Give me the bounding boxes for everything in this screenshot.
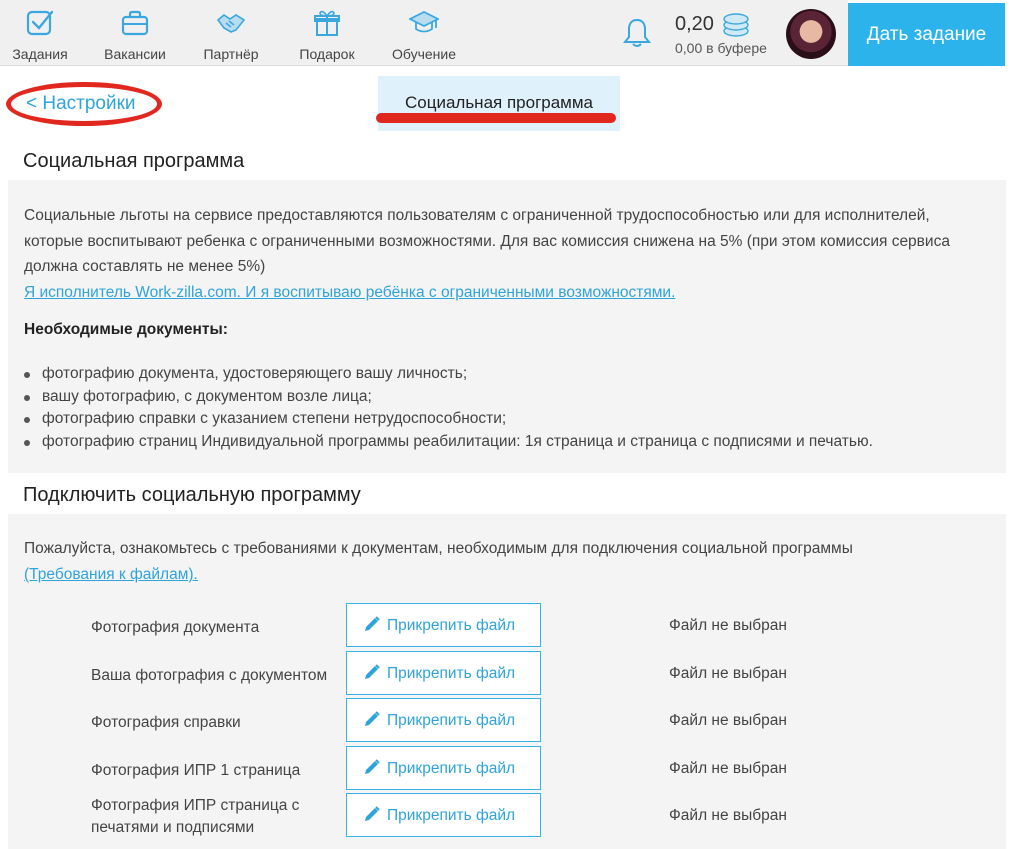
coins-icon [723, 13, 749, 37]
upload-row-label: Фотография ИПР 1 страница [91, 762, 301, 779]
nav-item-gift[interactable]: Подарок [294, 8, 360, 64]
attach-file-label: Прикрепить файл [387, 712, 516, 729]
attach-file-button[interactable]: Прикрепить файл [346, 698, 541, 742]
upload-row: Фотография ИПР страница с печатями и под… [0, 793, 1010, 837]
briefcase-icon [121, 10, 149, 36]
social-program-title: Социальная программа [23, 150, 245, 172]
bell-icon[interactable] [622, 17, 652, 49]
file-status: Файл не выбран [669, 665, 787, 682]
pencil-icon [365, 711, 380, 726]
avatar[interactable] [786, 9, 836, 59]
attach-file-button[interactable]: Прикрепить файл [346, 746, 541, 790]
connect-program-title: Подключить социальную программу [23, 484, 361, 506]
required-docs-title: Необходимые документы: [24, 321, 228, 338]
file-status: Файл не выбран [669, 807, 787, 824]
nav-item-learning[interactable]: Обучение [388, 8, 460, 64]
upload-row: Фотография справки Прикрепить файл Файл … [0, 698, 1010, 742]
file-status: Файл не выбран [669, 712, 787, 729]
attach-file-button[interactable]: Прикрепить файл [346, 793, 541, 837]
attach-file-label: Прикрепить файл [387, 760, 516, 777]
list-item: вашу фотографию, с документом возле лица… [24, 386, 992, 409]
upload-row-label: Фотография справки [91, 714, 241, 731]
nav-item-label: Обучение [391, 46, 457, 62]
file-requirements-link[interactable]: (Требования к файлам). [24, 566, 198, 583]
list-item: фотографию документа, удостоверяющего ва… [24, 363, 992, 386]
attach-file-button[interactable]: Прикрепить файл [346, 603, 541, 647]
tasks-icon [26, 10, 54, 36]
description-text: Социальные льготы на сервисе предоставля… [24, 207, 950, 275]
handshake-icon [216, 14, 246, 33]
nav-item-label: Вакансии [104, 46, 166, 62]
required-docs-list: фотографию документа, удостоверяющего ва… [24, 363, 992, 454]
pencil-icon [365, 664, 380, 679]
list-item: фотографию страниц Индивидуальной програ… [24, 431, 992, 454]
back-to-settings-link[interactable]: < Настройки [26, 93, 136, 115]
file-status: Файл не выбран [669, 760, 787, 777]
attach-file-label: Прикрепить файл [387, 807, 516, 824]
pencil-icon [365, 806, 380, 821]
upload-row-label: Фотография документа [91, 619, 260, 636]
upload-row-label: Фотография ИПР страница с печатями и под… [91, 797, 300, 836]
attach-file-label: Прикрепить файл [387, 665, 516, 682]
social-program-description: Социальные льготы на сервисе предоставля… [24, 203, 984, 305]
attach-file-button[interactable]: Прикрепить файл [346, 651, 541, 695]
nav-item-label: Задания [12, 46, 68, 62]
nav-item-tasks[interactable]: Задания [6, 8, 74, 64]
balance-widget[interactable]: 0,20 0,00 в буфере [675, 12, 775, 56]
pencil-icon [365, 616, 380, 631]
attach-file-label: Прикрепить файл [387, 617, 516, 634]
pencil-icon [365, 759, 380, 774]
requirements-text: Пожалуйста, ознакомьтесь с требованиями … [24, 536, 984, 588]
list-item: фотографию справки с указанием степени н… [24, 408, 992, 431]
upload-row: Фотография ИПР 1 страница Прикрепить фай… [0, 746, 1010, 790]
nav-item-label: Партнёр [203, 46, 259, 62]
gift-icon [314, 10, 340, 36]
top-navigation-bar: Задания Вакансии Партнёр Подарок Обучени… [0, 0, 1010, 66]
nav-item-partner[interactable]: Партнёр [198, 8, 264, 64]
requirements-description: Пожалуйста, ознакомьтесь с требованиями … [24, 540, 853, 557]
upload-row: Фотография документа Прикрепить файл Фай… [0, 603, 1010, 647]
nav-item-label: Подарок [299, 46, 355, 62]
upload-row: Ваша фотография с документом Прикрепить … [0, 651, 1010, 695]
graduation-cap-icon [409, 10, 439, 33]
give-task-button[interactable]: Дать задание [848, 3, 1005, 66]
tab-social-program[interactable]: Социальная программа [378, 76, 620, 131]
nav-item-vacancies[interactable]: Вакансии [100, 8, 170, 64]
buffer-amount: 0,00 в буфере [675, 40, 767, 56]
upload-row-label: Ваша фотография с документом [91, 667, 328, 684]
caregiver-link[interactable]: Я исполнитель Work-zilla.com. И я воспит… [24, 284, 675, 301]
file-status: Файл не выбран [669, 617, 787, 634]
